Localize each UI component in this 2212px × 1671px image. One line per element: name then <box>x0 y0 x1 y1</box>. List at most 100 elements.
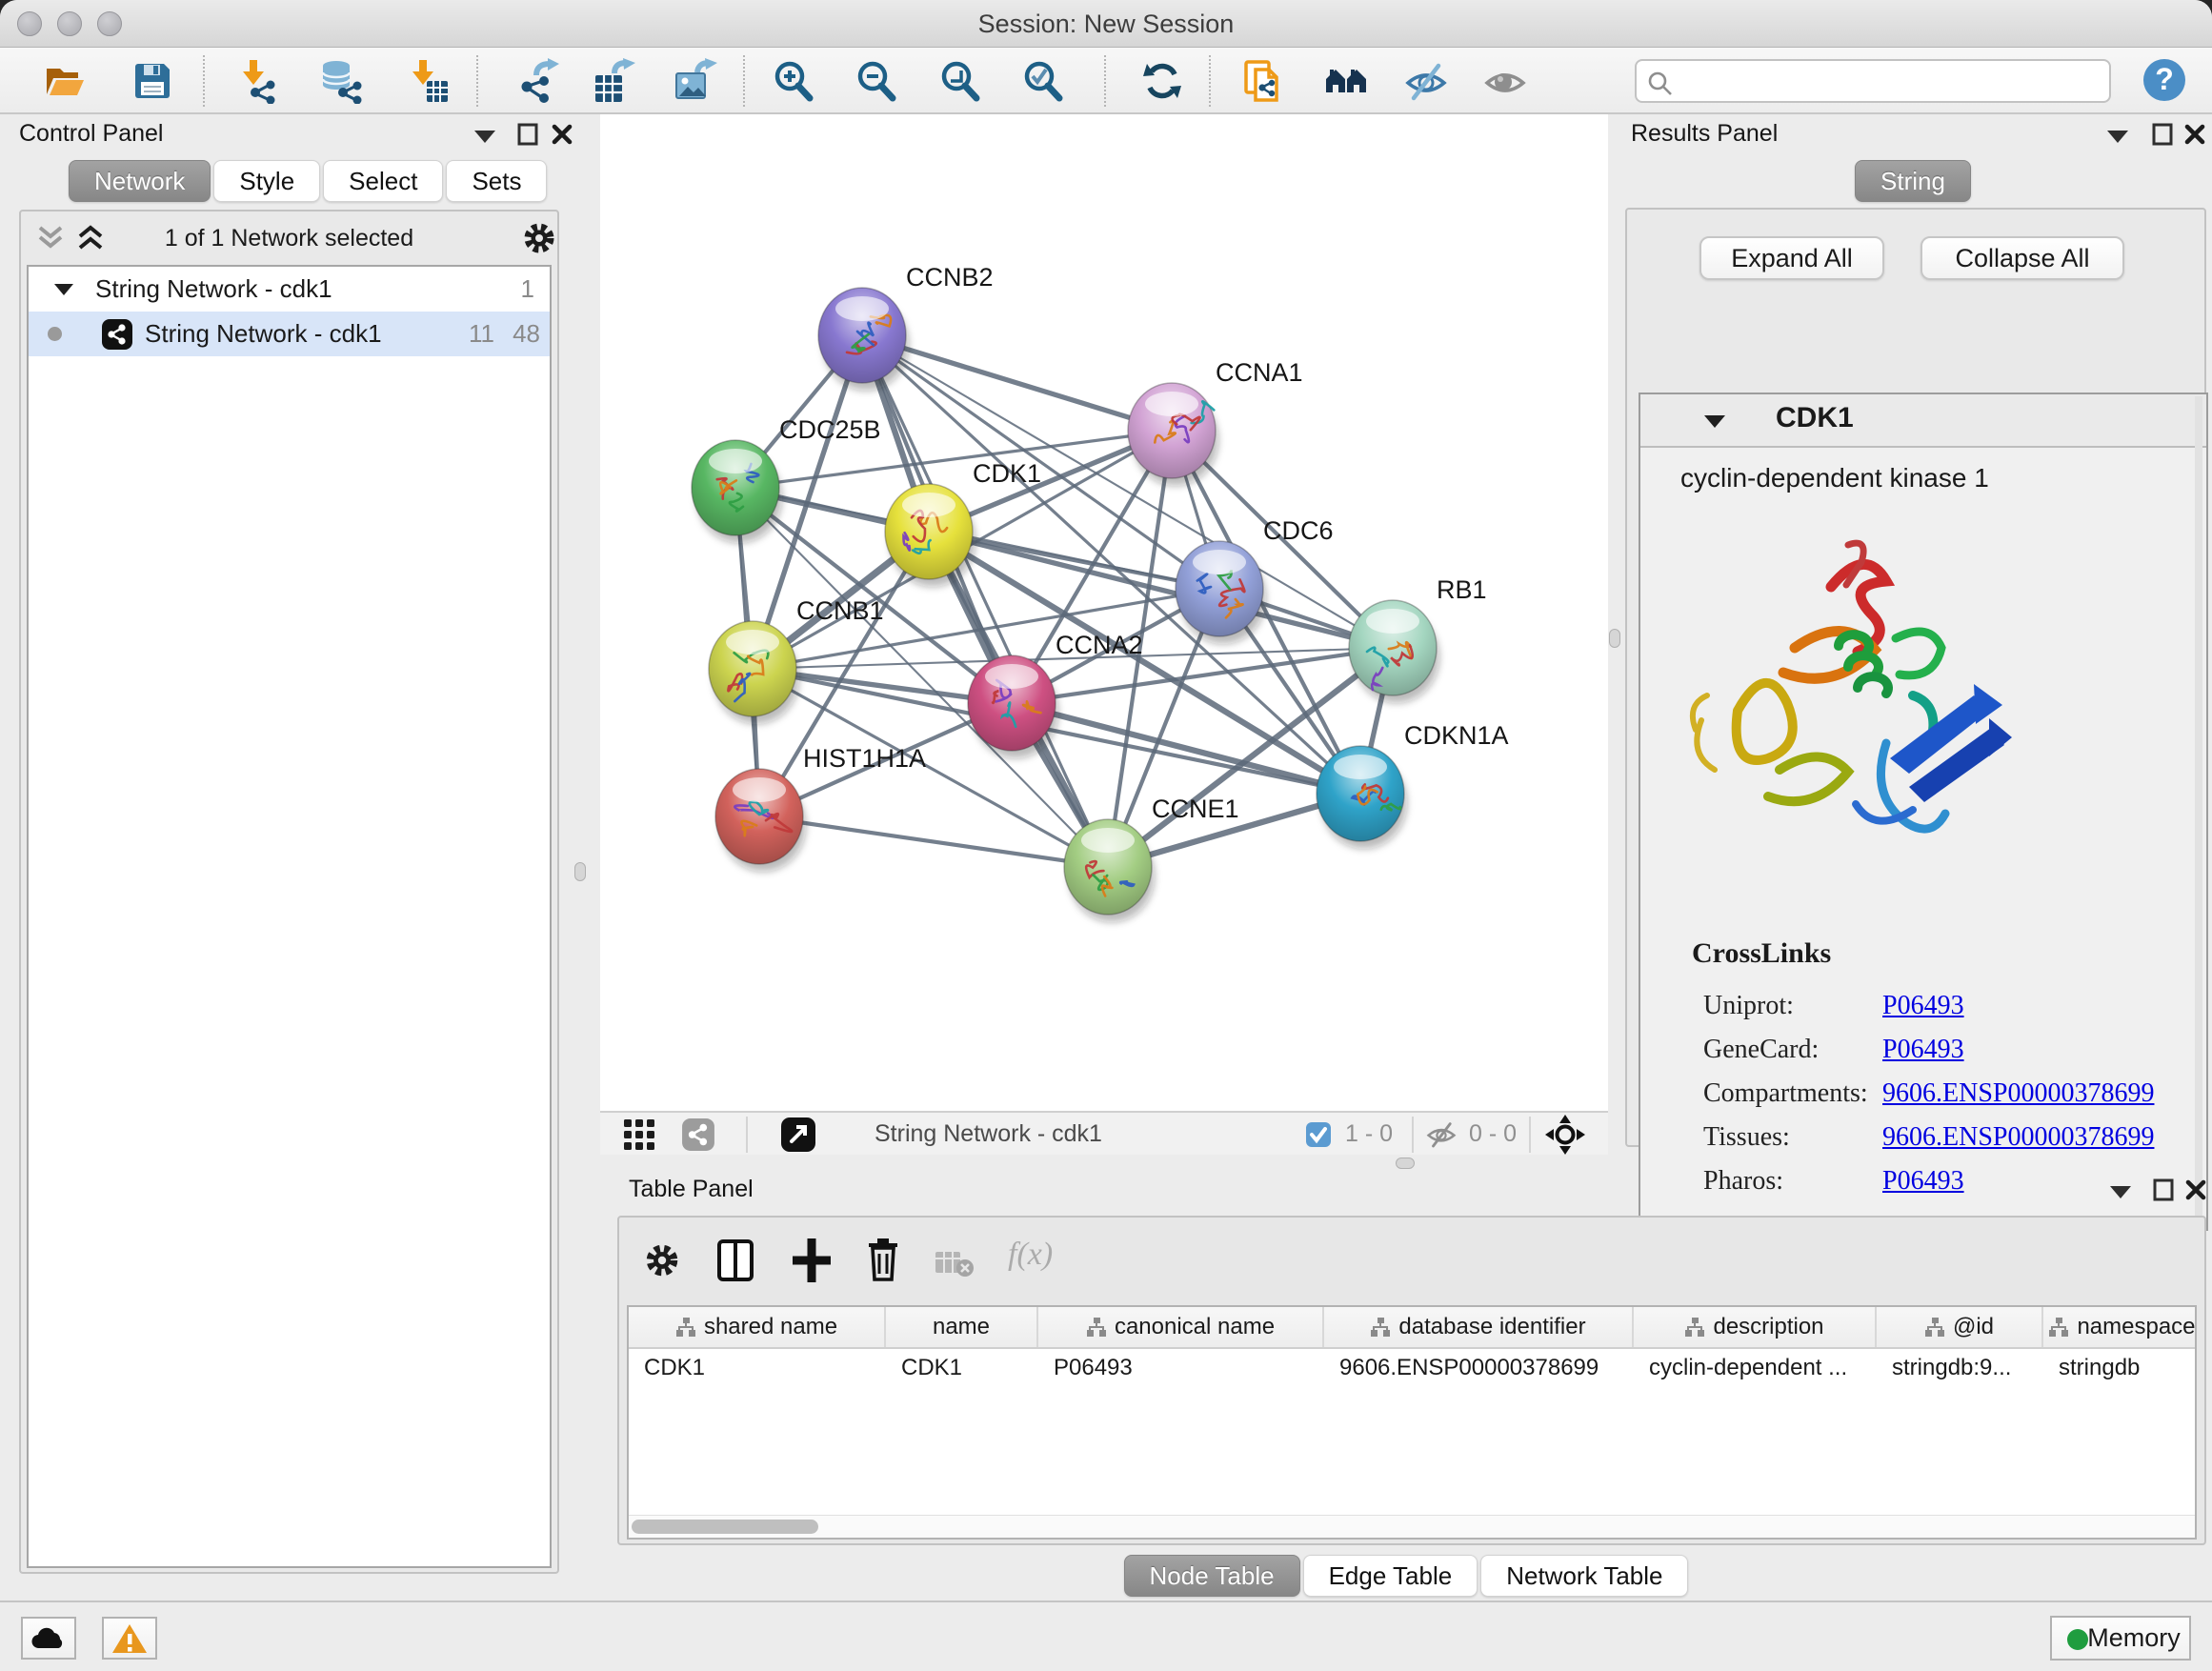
clear-table-icon-disabled <box>934 1248 975 1278</box>
collection-expander-icon[interactable] <box>53 282 74 297</box>
delete-column-icon[interactable] <box>865 1237 901 1282</box>
show-columns-icon[interactable] <box>716 1238 754 1282</box>
network-panel-body: 1 of 1 Network selected String Network -… <box>19 210 559 1574</box>
results-scrollbar[interactable] <box>2195 396 2202 1227</box>
node-CCNB1[interactable]: CCNB1 <box>709 596 884 724</box>
float-panel-icon[interactable] <box>2151 122 2174 147</box>
crosslink-label: Uniprot: <box>1703 991 1882 1021</box>
crosslink-link[interactable]: P06493 <box>1882 1035 1964 1065</box>
table-horizontal-scrollbar[interactable] <box>629 1515 2195 1538</box>
close-panel-icon[interactable] <box>551 123 573 146</box>
table-row[interactable]: CDK1CDK1P064939606.ENSP00000378699cyclin… <box>629 1349 2195 1387</box>
table-cell[interactable]: P06493 <box>1038 1349 1324 1387</box>
tab-edge-table[interactable]: Edge Table <box>1303 1555 1478 1597</box>
node-CCNE1[interactable]: CCNE1 <box>1064 795 1239 922</box>
collapse-all-button[interactable]: Collapse All <box>1920 236 2124 280</box>
tab-sets[interactable]: Sets <box>446 160 547 202</box>
node-label-CDC6: CDC6 <box>1263 516 1334 545</box>
protein-structure-image <box>1688 524 2012 848</box>
column-header-shared-name[interactable]: shared name <box>629 1307 886 1347</box>
export-image-icon[interactable] <box>673 58 718 104</box>
import-network-icon[interactable] <box>236 58 282 104</box>
edge-HIST1H1A-CCNE1[interactable] <box>759 816 1108 867</box>
export-network-icon[interactable] <box>515 58 561 104</box>
column-header-description[interactable]: description <box>1634 1307 1877 1347</box>
crosslink-link[interactable]: 9606.ENSP00000378699 <box>1882 1078 2154 1109</box>
cloud-status-button[interactable] <box>21 1617 76 1660</box>
birds-eye-view-icon[interactable] <box>622 1117 656 1152</box>
table-cell[interactable]: 9606.ENSP00000378699 <box>1324 1349 1634 1387</box>
scrollbar-thumb[interactable] <box>632 1520 818 1534</box>
table-cell[interactable]: CDK1 <box>886 1349 1038 1387</box>
panel-menu-icon[interactable] <box>2105 128 2130 145</box>
show-all-icon[interactable] <box>1482 58 1528 104</box>
cdk1-card-header[interactable]: CDK1 <box>1640 394 2206 448</box>
node-HIST1H1A[interactable]: HIST1H1A <box>715 744 926 872</box>
hide-selected-icon[interactable] <box>1403 58 1449 104</box>
tab-network[interactable]: Network <box>69 160 211 202</box>
node-RB1[interactable]: RB1 <box>1349 575 1487 703</box>
open-in-string-icon[interactable] <box>780 1117 816 1153</box>
help-icon[interactable]: ? <box>2142 57 2187 103</box>
fit-selected-crosshair-icon[interactable] <box>1545 1115 1585 1155</box>
open-session-icon[interactable] <box>42 58 88 104</box>
zoom-in-icon[interactable] <box>771 58 816 104</box>
selected-checkbox-icon[interactable] <box>1305 1121 1332 1148</box>
import-table-icon[interactable] <box>404 58 450 104</box>
node-CDC25B[interactable]: CDC25B <box>692 415 881 543</box>
column-header-label: name <box>933 1314 990 1340</box>
table-cell[interactable]: cyclin-dependent ... <box>1634 1349 1877 1387</box>
tab-string[interactable]: String <box>1855 160 1971 202</box>
float-panel-icon[interactable] <box>516 122 539 147</box>
network-options-gear-icon[interactable] <box>520 219 558 257</box>
refresh-layout-icon[interactable] <box>1139 58 1185 104</box>
column-header-@id[interactable]: @id <box>1877 1307 2043 1347</box>
crosslink-link[interactable]: 9606.ENSP00000378699 <box>1882 1122 2154 1153</box>
zoom-selected-icon[interactable] <box>1020 58 1066 104</box>
column-header-name[interactable]: name <box>886 1307 1038 1347</box>
table-cell[interactable]: stringdb:9... <box>1877 1349 2043 1387</box>
import-network-from-database-icon[interactable] <box>318 58 364 104</box>
main-toolbar: ? <box>0 48 2212 114</box>
network-view-canvas[interactable]: CCNB2CCNA1CDC25BCDK1CDC6RB1CCNB1CCNA2CDK… <box>600 114 1608 1111</box>
zoom-out-icon[interactable] <box>854 58 899 104</box>
table-cell[interactable]: stringdb <box>2043 1349 2197 1387</box>
column-header-canonical-name[interactable]: canonical name <box>1038 1307 1324 1347</box>
left-splitter-handle[interactable] <box>574 862 586 881</box>
tab-select[interactable]: Select <box>323 160 443 202</box>
close-panel-icon[interactable] <box>2183 123 2206 146</box>
float-panel-icon[interactable] <box>2152 1178 2175 1202</box>
node-CCNB2[interactable]: CCNB2 <box>818 263 994 391</box>
column-header-namespace[interactable]: namespace <box>2043 1307 2197 1347</box>
panel-menu-icon[interactable] <box>473 128 497 145</box>
network-collection-row[interactable]: String Network - cdk1 1 <box>29 267 550 312</box>
search-input[interactable] <box>1680 63 2100 99</box>
close-panel-icon[interactable] <box>2184 1178 2207 1201</box>
expand-all-button[interactable]: Expand All <box>1699 236 1884 280</box>
tab-node-table[interactable]: Node Table <box>1124 1555 1300 1597</box>
network-row-selected[interactable]: String Network - cdk1 11 48 <box>29 312 550 356</box>
copy-network-icon[interactable] <box>1240 58 1286 104</box>
zoom-fit-icon[interactable] <box>937 58 983 104</box>
collapse-entry-icon[interactable] <box>1703 413 1726 430</box>
crosslink-link[interactable]: P06493 <box>1882 991 1964 1021</box>
save-session-icon[interactable] <box>130 58 175 104</box>
control-panel-title: Control Panel <box>19 120 163 148</box>
tab-network-table[interactable]: Network Table <box>1480 1555 1688 1597</box>
search-field[interactable] <box>1635 59 2111 103</box>
panel-menu-icon[interactable] <box>2108 1183 2133 1200</box>
node-CCNA1[interactable]: CCNA1 <box>1128 358 1303 486</box>
create-column-icon[interactable] <box>793 1238 831 1282</box>
warnings-button[interactable] <box>102 1617 157 1660</box>
table-cell[interactable]: CDK1 <box>629 1349 886 1387</box>
string-style-icon[interactable] <box>681 1117 715 1152</box>
home-icon[interactable] <box>1323 58 1369 104</box>
string-network-graph[interactable]: CCNB2CCNA1CDC25BCDK1CDC6RB1CCNB1CCNA2CDK… <box>600 114 1608 1111</box>
memory-button[interactable]: Memory <box>2050 1616 2191 1661</box>
column-header-database-identifier[interactable]: database identifier <box>1324 1307 1634 1347</box>
export-table-icon[interactable] <box>592 58 637 104</box>
node-table[interactable]: shared name name canonical namedatabase id… <box>627 1305 2197 1540</box>
table-options-gear-icon[interactable] <box>642 1240 682 1280</box>
tab-style[interactable]: Style <box>213 160 320 202</box>
node-CDKN1A[interactable]: CDKN1A <box>1317 721 1509 849</box>
